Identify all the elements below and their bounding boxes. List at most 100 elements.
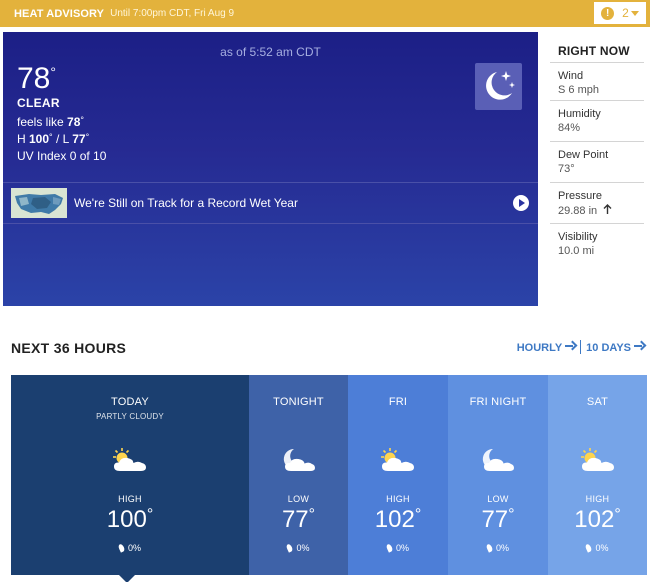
degree-symbol: ° bbox=[308, 506, 316, 523]
link-divider bbox=[580, 340, 582, 354]
right-now-title: RIGHT NOW bbox=[558, 44, 630, 58]
section-title: NEXT 36 HOURS bbox=[11, 340, 127, 356]
card-precip: 0% bbox=[548, 543, 647, 553]
low-degree: ° bbox=[85, 132, 90, 142]
degree-symbol: ° bbox=[614, 506, 621, 523]
high-value: 100 bbox=[29, 132, 50, 146]
next-36-hours-section: NEXT 36 HOURS HOURLY 10 DAYS TODAY PARTL… bbox=[3, 317, 648, 582]
dew-point-label: Dew Point bbox=[558, 149, 609, 161]
card-high-low-label: HIGH bbox=[585, 494, 610, 504]
card-precip: 0% bbox=[249, 543, 348, 553]
raindrop-icon bbox=[117, 543, 126, 553]
degree-symbol: ° bbox=[146, 506, 154, 523]
card-temp-value: 102 bbox=[574, 506, 615, 533]
forecast-links: HOURLY 10 DAYS bbox=[517, 340, 644, 354]
forecast-card-today[interactable]: TODAY PARTLY CLOUDY HIGH 100° 0% bbox=[11, 375, 249, 582]
current-temperature: 78° bbox=[17, 62, 56, 96]
observation-time: as of 5:52 am CDT bbox=[220, 45, 321, 59]
card-precip-value: 0% bbox=[595, 543, 609, 553]
raindrop-icon bbox=[286, 543, 294, 553]
card-temp-value: 102 bbox=[374, 506, 415, 533]
visibility-value: 10.0 mi bbox=[558, 245, 595, 257]
card-high-low-label: LOW bbox=[287, 494, 310, 504]
moon-stars-icon bbox=[475, 63, 522, 110]
alert-count-button[interactable]: ! 2 bbox=[594, 2, 646, 24]
card-subtitle: PARTLY CLOUDY bbox=[96, 412, 164, 421]
arrow-right-icon bbox=[634, 341, 644, 351]
play-icon[interactable] bbox=[513, 195, 529, 211]
arrow-right-icon bbox=[565, 341, 575, 351]
card-title: FRI bbox=[388, 396, 408, 408]
degree-symbol: ° bbox=[508, 506, 515, 523]
humidity-value: 84% bbox=[558, 122, 581, 134]
arrow-up-icon bbox=[603, 204, 612, 214]
visibility-label: Visibility bbox=[558, 231, 598, 243]
right-now-humidity: Humidity 84% bbox=[550, 100, 644, 134]
card-high-low-label: LOW bbox=[487, 494, 509, 504]
high-degree: ° bbox=[49, 132, 53, 142]
hourly-link[interactable]: HOURLY bbox=[517, 341, 575, 354]
hourly-link-label[interactable]: HOURLY bbox=[517, 342, 562, 354]
partly-cloudy-sun-icon bbox=[381, 448, 414, 471]
raindrop-icon bbox=[585, 543, 593, 553]
card-high-low-label: HIGH bbox=[118, 494, 142, 504]
news-headline[interactable]: We're Still on Track for a Record Wet Ye… bbox=[74, 196, 298, 210]
forecast-card-tonight[interactable]: TONIGHT LOW 77° 0% bbox=[249, 375, 348, 575]
alert-count-number: 2 bbox=[622, 6, 629, 20]
current-condition: CLEAR bbox=[17, 96, 60, 110]
heat-advisory-bar[interactable]: HEAT ADVISORY Until 7:00pm CDT, Fri Aug … bbox=[0, 0, 650, 27]
card-title: TONIGHT bbox=[273, 396, 324, 408]
right-now-panel: RIGHT NOW Wind S 6 mph Humidity 84% Dew … bbox=[550, 32, 646, 306]
card-temp-value: 100 bbox=[106, 506, 147, 533]
card-title: SAT bbox=[586, 396, 609, 408]
card-temp: 102° bbox=[548, 506, 647, 534]
feels-like-label: feels like bbox=[17, 115, 68, 129]
alert-icon: ! bbox=[601, 6, 615, 20]
forecast-card-fri[interactable]: FRI HIGH 102° 0% bbox=[348, 375, 448, 575]
selected-pointer bbox=[119, 575, 135, 582]
card-precip: 0% bbox=[448, 543, 548, 553]
low-label: / L bbox=[52, 132, 73, 146]
humidity-label: Humidity bbox=[558, 108, 601, 120]
right-now-dew-point: Dew Point 73° bbox=[550, 141, 644, 175]
current-conditions-panel: as of 5:52 am CDT 78° CLEAR feels like 7… bbox=[3, 32, 538, 306]
card-precip: 0% bbox=[11, 543, 249, 553]
raindrop-icon bbox=[385, 543, 394, 553]
card-precip-value: 0% bbox=[127, 543, 141, 553]
advisory-title: HEAT ADVISORY bbox=[14, 7, 105, 20]
high-low: H 100° / L 77° bbox=[17, 132, 89, 146]
feels-degree: ° bbox=[80, 115, 84, 125]
chevron-down-icon bbox=[630, 10, 639, 16]
card-temp: 100° bbox=[11, 506, 249, 534]
feels-like: feels like 78° bbox=[17, 115, 84, 129]
partly-cloudy-moon-icon bbox=[482, 448, 514, 471]
card-temp: 77° bbox=[448, 506, 548, 534]
degree-symbol: ° bbox=[414, 506, 422, 523]
alert-count: 2 bbox=[622, 6, 639, 20]
card-title: FRI NIGHT bbox=[469, 396, 527, 408]
pressure-value: 29.88 in bbox=[558, 205, 598, 217]
ten-days-link[interactable]: 10 DAYS bbox=[586, 341, 644, 354]
partly-cloudy-moon-icon bbox=[283, 448, 315, 471]
forecast-cards: TODAY PARTLY CLOUDY HIGH 100° 0% TONIGHT bbox=[11, 375, 647, 582]
card-precip-value: 0% bbox=[296, 543, 310, 553]
pressure-label: Pressure bbox=[558, 190, 603, 202]
right-now-visibility: Visibility 10.0 mi bbox=[550, 223, 644, 257]
card-temp: 102° bbox=[348, 506, 448, 534]
forecast-card-sat[interactable]: SAT HIGH 102° 0% bbox=[548, 375, 647, 575]
feels-like-value: 78 bbox=[67, 115, 81, 129]
weather-page: HEAT ADVISORY Until 7:00pm CDT, Fri Aug … bbox=[0, 0, 650, 582]
card-title: TODAY bbox=[111, 396, 149, 408]
current-temp-value: 78 bbox=[17, 62, 51, 95]
degree-symbol: ° bbox=[50, 64, 56, 80]
dew-point-value: 73° bbox=[558, 163, 575, 175]
card-high-low-label: HIGH bbox=[386, 494, 410, 504]
partly-cloudy-sun-icon bbox=[580, 448, 614, 471]
card-temp-value: 77 bbox=[481, 506, 509, 533]
forecast-card-fri-night[interactable]: FRI NIGHT LOW 77° 0% bbox=[448, 375, 548, 575]
partly-cloudy-sun-icon bbox=[113, 448, 146, 471]
card-precip-value: 0% bbox=[495, 543, 509, 553]
ten-days-link-label[interactable]: 10 DAYS bbox=[586, 342, 631, 354]
wind-label: Wind bbox=[558, 70, 584, 82]
news-banner[interactable]: We're Still on Track for a Record Wet Ye… bbox=[3, 182, 538, 224]
